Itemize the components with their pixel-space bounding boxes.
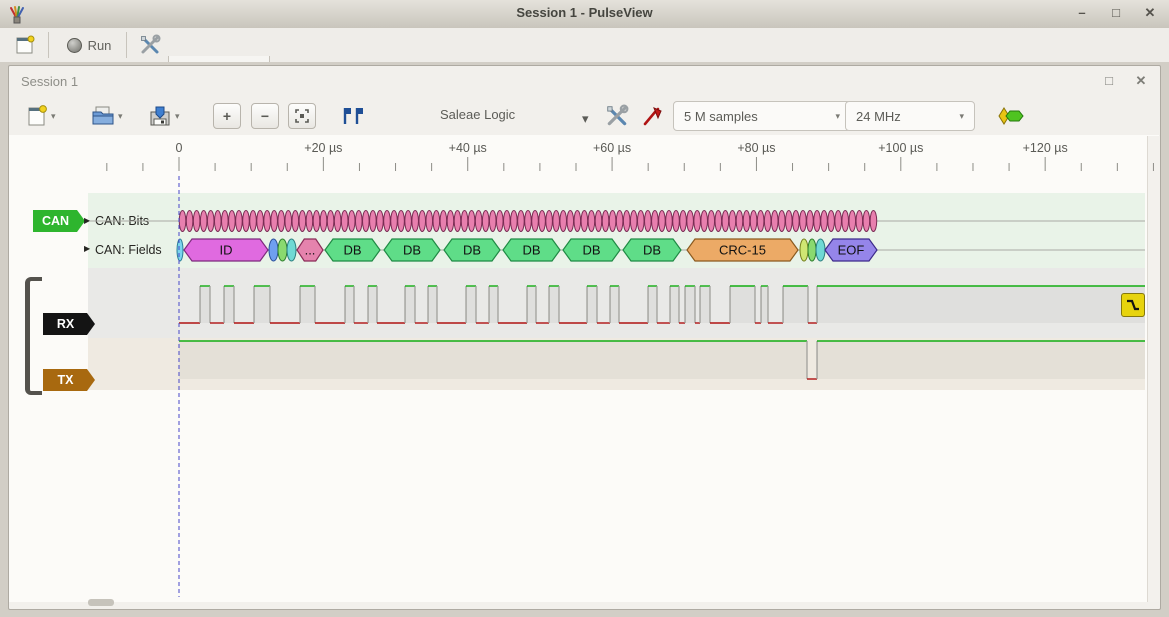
add-decoder-icon: [997, 105, 1025, 127]
minimize-button[interactable]: –: [1073, 4, 1091, 22]
channel-tag-tx[interactable]: TX: [43, 369, 95, 391]
expand-arrow-icon[interactable]: ▶: [84, 244, 90, 253]
device-config-button[interactable]: [605, 102, 629, 130]
window-title: Session 1 - PulseView: [0, 5, 1169, 20]
horizontal-scrollbar-handle[interactable]: [88, 599, 114, 606]
new-file-button[interactable]: ▾: [26, 102, 56, 130]
trigger-marker[interactable]: [1121, 293, 1145, 317]
pulseview-window: Session 1 - PulseView – □ ✕ Run: [0, 0, 1169, 617]
save-icon: [148, 104, 172, 128]
device-select-arrow-icon[interactable]: ▾: [582, 111, 589, 127]
zoom-in-icon: +: [213, 103, 241, 129]
new-file-dropdown-icon[interactable]: ▾: [51, 111, 56, 122]
falling-edge-icon: [1125, 297, 1141, 313]
new-session-button[interactable]: [8, 30, 42, 60]
sample-rate-select[interactable]: 24 MHz ▾: [845, 101, 975, 131]
add-decoder-button[interactable]: [997, 102, 1025, 130]
zoom-in-button[interactable]: +: [213, 102, 241, 130]
decoder-tag-can[interactable]: CAN: [33, 210, 85, 232]
sample-rate-arrow-icon: ▾: [959, 111, 964, 122]
save-button[interactable]: ▾: [148, 102, 180, 130]
wrench-screwdriver-icon: [139, 34, 161, 56]
run-button[interactable]: Run: [58, 30, 120, 60]
zoom-out-icon: −: [251, 103, 279, 129]
save-dropdown-icon[interactable]: ▾: [175, 111, 180, 122]
titlebar: Session 1 - PulseView – □ ✕: [0, 0, 1169, 29]
channel-group-bracket[interactable]: [25, 277, 42, 395]
zoom-fit-icon: [294, 108, 310, 124]
sample-count-select[interactable]: 5 M samples ▾: [673, 101, 851, 131]
show-cursors-button[interactable]: [339, 102, 365, 130]
zoom-out-button[interactable]: −: [251, 102, 279, 130]
vertical-scrollbar[interactable]: [1147, 136, 1160, 602]
config-wrench-icon: [605, 104, 629, 128]
toolbar-separator: [48, 32, 49, 58]
close-button[interactable]: ✕: [1141, 4, 1159, 22]
zoom-fit-button[interactable]: [288, 102, 316, 130]
subwindow-close-button[interactable]: ✕: [1132, 72, 1150, 90]
new-session-icon: [15, 35, 35, 55]
run-state-icon: [67, 38, 82, 53]
subwindow-restore-button[interactable]: □: [1100, 72, 1118, 90]
open-folder-icon: [91, 104, 115, 128]
probe-icon: [641, 104, 665, 128]
sample-rate-value: 24 MHz: [856, 109, 901, 124]
open-file-button[interactable]: ▾: [91, 102, 123, 130]
decoder-row-label-fields: CAN: Fields: [95, 243, 162, 257]
new-file-icon: [26, 104, 48, 128]
subwindow-header[interactable]: Session 1 □ ✕: [9, 66, 1160, 98]
sample-count-value: 5 M samples: [684, 109, 758, 124]
open-dropdown-icon[interactable]: ▾: [118, 111, 123, 122]
subwindow-title: Session 1: [21, 74, 78, 89]
sample-count-arrow-icon: ▾: [835, 111, 840, 122]
settings-button[interactable]: [134, 30, 166, 60]
cursors-flags-icon: [339, 104, 365, 128]
channel-tag-rx[interactable]: RX: [43, 313, 95, 335]
channels-probe-button[interactable]: [641, 102, 665, 130]
decoder-row-label-bits: CAN: Bits: [95, 214, 149, 228]
decoder-row-background: [88, 193, 1145, 268]
session-toolbar: ▾ ▾ ▾: [9, 98, 1160, 136]
main-toolbar: Run Session 1 ✕: [0, 28, 1169, 63]
run-button-label: Run: [88, 38, 112, 53]
rx-row-background: [88, 268, 1145, 338]
toolbar-separator: [126, 32, 127, 58]
device-select[interactable]: Saleae Logic: [440, 107, 515, 122]
expand-arrow-icon[interactable]: ▶: [84, 216, 90, 225]
tx-row-background: [88, 338, 1145, 390]
maximize-button[interactable]: □: [1107, 4, 1125, 22]
